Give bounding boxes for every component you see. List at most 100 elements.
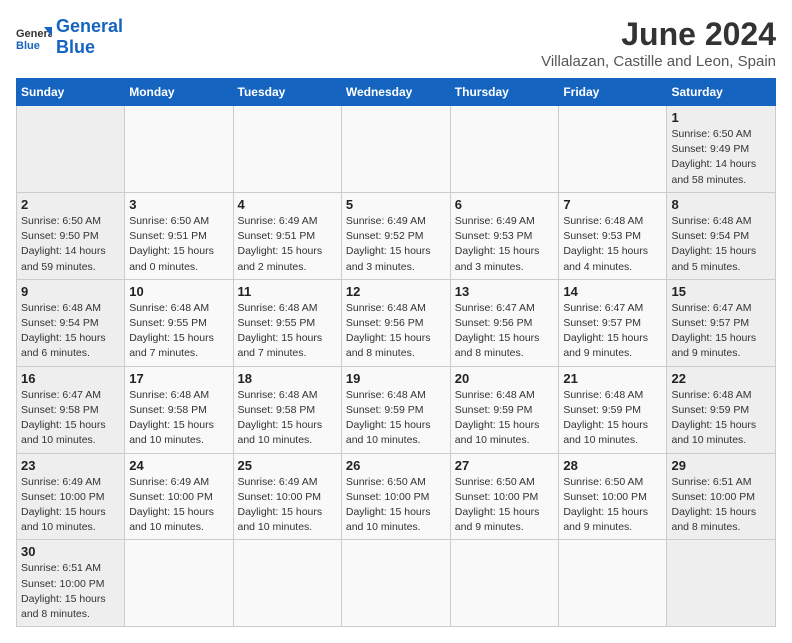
day-number: 28 bbox=[563, 458, 662, 473]
calendar-day-cell: 21 Sunrise: 6:48 AM Sunset: 9:59 PM Dayli… bbox=[559, 366, 667, 453]
day-sun-info: Sunrise: 6:51 AM Sunset: 10:00 PM Daylig… bbox=[21, 561, 120, 622]
calendar-week-row: 2 Sunrise: 6:50 AM Sunset: 9:50 PM Daylig… bbox=[17, 192, 776, 279]
calendar-day-cell: 4Sunrise: 6:49 AM Sunset: 9:51 PM Daylig… bbox=[233, 192, 341, 279]
day-number: 2 bbox=[21, 197, 120, 212]
day-number: 21 bbox=[563, 371, 662, 386]
day-number: 10 bbox=[129, 284, 228, 299]
logo-svg: General Blue bbox=[16, 19, 52, 55]
calendar-day-cell: 17 Sunrise: 6:48 AM Sunset: 9:58 PM Dayli… bbox=[125, 366, 233, 453]
day-sun-info: Sunrise: 6:49 AM Sunset: 10:00 PM Daylig… bbox=[238, 475, 337, 536]
calendar-day-cell bbox=[450, 106, 559, 193]
day-number: 3 bbox=[129, 197, 228, 212]
calendar-day-cell: 15 Sunrise: 6:47 AM Sunset: 9:57 PM Dayli… bbox=[667, 279, 776, 366]
calendar-day-cell: 24 Sunrise: 6:49 AM Sunset: 10:00 PM Dayl… bbox=[125, 453, 233, 540]
column-header-friday: Friday bbox=[559, 79, 667, 106]
day-number: 9 bbox=[21, 284, 120, 299]
day-sun-info: Sunrise: 6:50 AM Sunset: 10:00 PM Daylig… bbox=[563, 475, 662, 536]
day-sun-info: Sunrise: 6:48 AM Sunset: 9:59 PM Dayligh… bbox=[455, 388, 555, 449]
day-sun-info: Sunrise: 6:50 AM Sunset: 9:49 PM Dayligh… bbox=[671, 127, 771, 188]
day-number: 14 bbox=[563, 284, 662, 299]
calendar-header-row: SundayMondayTuesdayWednesdayThursdayFrid… bbox=[17, 79, 776, 106]
day-number: 30 bbox=[21, 544, 120, 559]
calendar-day-cell bbox=[559, 106, 667, 193]
calendar-day-cell: 25 Sunrise: 6:49 AM Sunset: 10:00 PM Dayl… bbox=[233, 453, 341, 540]
calendar-day-cell: 29 Sunrise: 6:51 AM Sunset: 10:00 PM Dayl… bbox=[667, 453, 776, 540]
calendar-day-cell: 1Sunrise: 6:50 AM Sunset: 9:49 PM Daylig… bbox=[667, 106, 776, 193]
calendar-day-cell: 3 Sunrise: 6:50 AM Sunset: 9:51 PM Daylig… bbox=[125, 192, 233, 279]
calendar-day-cell: 11 Sunrise: 6:48 AM Sunset: 9:55 PM Dayli… bbox=[233, 279, 341, 366]
day-number: 4 bbox=[238, 197, 337, 212]
calendar-day-cell bbox=[341, 106, 450, 193]
calendar-day-cell bbox=[341, 540, 450, 627]
location-subtitle: Villalazan, Castille and Leon, Spain bbox=[541, 53, 776, 70]
day-number: 5 bbox=[346, 197, 446, 212]
calendar-week-row: 30 Sunrise: 6:51 AM Sunset: 10:00 PM Dayl… bbox=[17, 540, 776, 627]
day-number: 7 bbox=[563, 197, 662, 212]
day-sun-info: Sunrise: 6:48 AM Sunset: 9:59 PM Dayligh… bbox=[671, 388, 771, 449]
logo: General Blue General Blue bbox=[16, 16, 123, 58]
calendar-day-cell: 20 Sunrise: 6:48 AM Sunset: 9:59 PM Dayli… bbox=[450, 366, 559, 453]
calendar-day-cell: 16 Sunrise: 6:47 AM Sunset: 9:58 PM Dayli… bbox=[17, 366, 125, 453]
calendar-day-cell: 23Sunrise: 6:49 AM Sunset: 10:00 PM Dayl… bbox=[17, 453, 125, 540]
day-sun-info: Sunrise: 6:48 AM Sunset: 9:53 PM Dayligh… bbox=[563, 214, 662, 275]
column-header-tuesday: Tuesday bbox=[233, 79, 341, 106]
calendar-day-cell: 26 Sunrise: 6:50 AM Sunset: 10:00 PM Dayl… bbox=[341, 453, 450, 540]
day-number: 16 bbox=[21, 371, 120, 386]
column-header-monday: Monday bbox=[125, 79, 233, 106]
day-number: 26 bbox=[346, 458, 446, 473]
calendar-week-row: 1Sunrise: 6:50 AM Sunset: 9:49 PM Daylig… bbox=[17, 106, 776, 193]
day-number: 19 bbox=[346, 371, 446, 386]
calendar-day-cell bbox=[233, 106, 341, 193]
calendar-day-cell: 2 Sunrise: 6:50 AM Sunset: 9:50 PM Daylig… bbox=[17, 192, 125, 279]
day-sun-info: Sunrise: 6:48 AM Sunset: 9:55 PM Dayligh… bbox=[238, 301, 337, 362]
calendar-day-cell: 9 Sunrise: 6:48 AM Sunset: 9:54 PM Daylig… bbox=[17, 279, 125, 366]
day-number: 25 bbox=[238, 458, 337, 473]
calendar-day-cell: 30 Sunrise: 6:51 AM Sunset: 10:00 PM Dayl… bbox=[17, 540, 125, 627]
day-number: 12 bbox=[346, 284, 446, 299]
calendar-day-cell: 14 Sunrise: 6:47 AM Sunset: 9:57 PM Dayli… bbox=[559, 279, 667, 366]
calendar-day-cell bbox=[559, 540, 667, 627]
day-sun-info: Sunrise: 6:50 AM Sunset: 10:00 PM Daylig… bbox=[346, 475, 446, 536]
calendar-week-row: 23Sunrise: 6:49 AM Sunset: 10:00 PM Dayl… bbox=[17, 453, 776, 540]
calendar-day-cell: 12Sunrise: 6:48 AM Sunset: 9:56 PM Dayli… bbox=[341, 279, 450, 366]
day-sun-info: Sunrise: 6:50 AM Sunset: 9:51 PM Dayligh… bbox=[129, 214, 228, 275]
calendar-day-cell: 27Sunrise: 6:50 AM Sunset: 10:00 PM Dayl… bbox=[450, 453, 559, 540]
calendar-table: SundayMondayTuesdayWednesdayThursdayFrid… bbox=[16, 78, 776, 627]
day-number: 11 bbox=[238, 284, 337, 299]
calendar-day-cell: 28 Sunrise: 6:50 AM Sunset: 10:00 PM Dayl… bbox=[559, 453, 667, 540]
day-number: 20 bbox=[455, 371, 555, 386]
column-header-sunday: Sunday bbox=[17, 79, 125, 106]
day-sun-info: Sunrise: 6:48 AM Sunset: 9:58 PM Dayligh… bbox=[238, 388, 337, 449]
title-area: June 2024 Villalazan, Castille and Leon,… bbox=[541, 16, 776, 70]
logo-blue-text: Blue bbox=[56, 37, 95, 57]
calendar-day-cell bbox=[125, 540, 233, 627]
day-sun-info: Sunrise: 6:48 AM Sunset: 9:59 PM Dayligh… bbox=[563, 388, 662, 449]
calendar-day-cell bbox=[17, 106, 125, 193]
day-number: 29 bbox=[671, 458, 771, 473]
day-sun-info: Sunrise: 6:49 AM Sunset: 10:00 PM Daylig… bbox=[129, 475, 228, 536]
calendar-day-cell: 18Sunrise: 6:48 AM Sunset: 9:58 PM Dayli… bbox=[233, 366, 341, 453]
day-sun-info: Sunrise: 6:48 AM Sunset: 9:54 PM Dayligh… bbox=[21, 301, 120, 362]
svg-text:Blue: Blue bbox=[16, 40, 40, 52]
calendar-day-cell: 19 Sunrise: 6:48 AM Sunset: 9:59 PM Dayli… bbox=[341, 366, 450, 453]
calendar-day-cell bbox=[233, 540, 341, 627]
column-header-thursday: Thursday bbox=[450, 79, 559, 106]
day-sun-info: Sunrise: 6:51 AM Sunset: 10:00 PM Daylig… bbox=[671, 475, 771, 536]
calendar-day-cell bbox=[450, 540, 559, 627]
day-number: 6 bbox=[455, 197, 555, 212]
calendar-day-cell bbox=[125, 106, 233, 193]
day-sun-info: Sunrise: 6:47 AM Sunset: 9:58 PM Dayligh… bbox=[21, 388, 120, 449]
day-sun-info: Sunrise: 6:47 AM Sunset: 9:57 PM Dayligh… bbox=[563, 301, 662, 362]
calendar-week-row: 9 Sunrise: 6:48 AM Sunset: 9:54 PM Daylig… bbox=[17, 279, 776, 366]
calendar-day-cell: 8Sunrise: 6:48 AM Sunset: 9:54 PM Daylig… bbox=[667, 192, 776, 279]
page-header: General Blue General Blue June 2024 Vill… bbox=[16, 16, 776, 70]
day-sun-info: Sunrise: 6:50 AM Sunset: 9:50 PM Dayligh… bbox=[21, 214, 120, 275]
day-sun-info: Sunrise: 6:47 AM Sunset: 9:57 PM Dayligh… bbox=[671, 301, 771, 362]
day-number: 17 bbox=[129, 371, 228, 386]
day-number: 27 bbox=[455, 458, 555, 473]
day-number: 15 bbox=[671, 284, 771, 299]
day-sun-info: Sunrise: 6:48 AM Sunset: 9:58 PM Dayligh… bbox=[129, 388, 228, 449]
day-number: 24 bbox=[129, 458, 228, 473]
day-number: 22 bbox=[671, 371, 771, 386]
day-sun-info: Sunrise: 6:48 AM Sunset: 9:59 PM Dayligh… bbox=[346, 388, 446, 449]
